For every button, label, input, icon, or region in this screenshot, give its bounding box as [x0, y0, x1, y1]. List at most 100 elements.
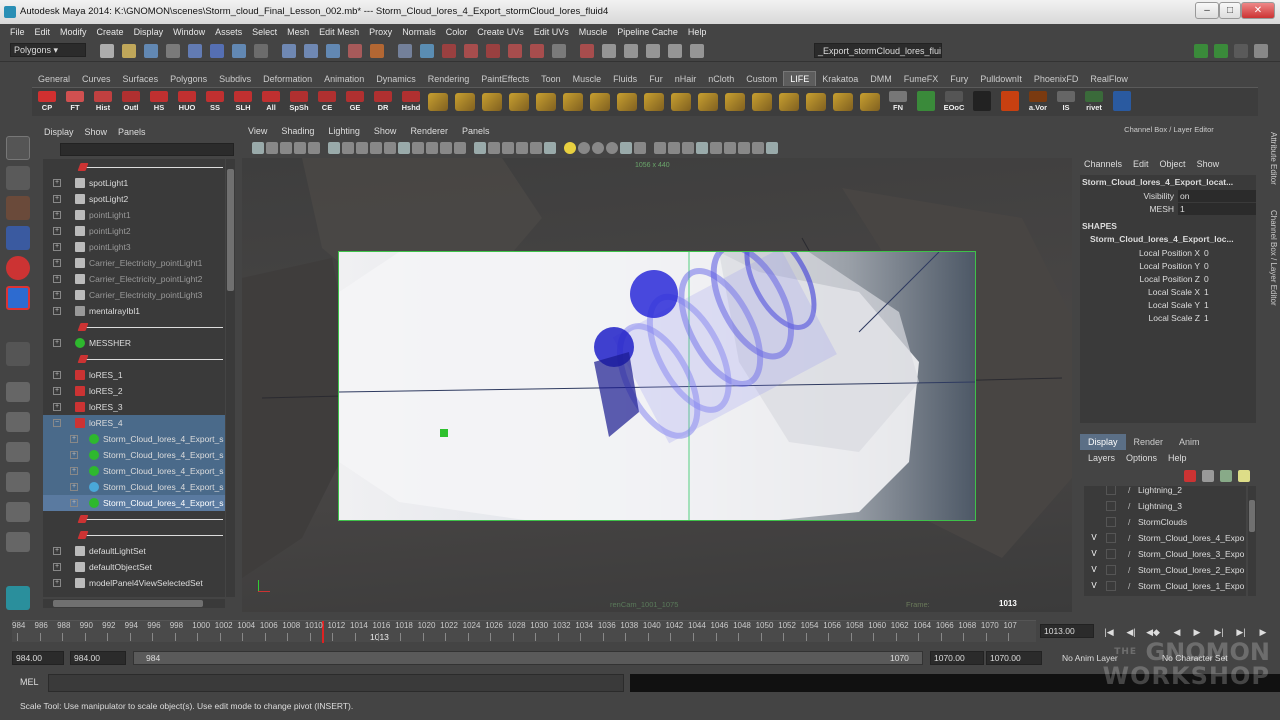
status-tool-icon[interactable]: [100, 44, 114, 58]
shelf-tab-phoenixfd[interactable]: PhoenixFD: [1028, 72, 1085, 87]
layer-color-icon[interactable]: /: [1128, 498, 1130, 514]
expand-icon[interactable]: +: [70, 499, 78, 507]
shelf-tool-icon[interactable]: [752, 93, 772, 111]
channel-attr-name[interactable]: MESH: [1080, 204, 1174, 214]
viewport-menu-renderer[interactable]: Renderer: [410, 126, 448, 136]
new-layer-icon[interactable]: [1202, 470, 1214, 482]
expand-icon[interactable]: +: [53, 291, 61, 299]
status-tool-icon[interactable]: [326, 44, 340, 58]
viewport-tool-icon[interactable]: [412, 142, 424, 154]
outliner-item[interactable]: +pointLight2: [43, 223, 225, 239]
layout-outliner-icon[interactable]: [6, 442, 30, 462]
step-back-frame-button[interactable]: ◀|: [1124, 626, 1138, 638]
shelf-tool-icon[interactable]: [698, 93, 718, 111]
go-to-end-button[interactable]: ▶|: [1234, 626, 1248, 638]
outliner-menu-show[interactable]: Show: [85, 127, 108, 137]
layout-four-icon[interactable]: [6, 412, 30, 432]
shelf-tab-fur[interactable]: Fur: [643, 72, 669, 87]
end-time-field[interactable]: 1070.00: [986, 651, 1042, 665]
shelf-button-spsh[interactable]: SpSh: [288, 91, 310, 113]
layer-menu-layers[interactable]: Layers: [1088, 453, 1115, 463]
viewport-tool-icon[interactable]: [266, 142, 278, 154]
menu-file[interactable]: File: [10, 27, 25, 37]
channel-attr-value[interactable]: 0: [1204, 248, 1234, 258]
shelf-button-eooc[interactable]: EOoC: [943, 91, 965, 113]
locator-handle[interactable]: [440, 429, 448, 437]
outliner-item[interactable]: −loRES_4: [43, 415, 225, 431]
play-backwards-button[interactable]: ◀: [1170, 626, 1184, 638]
outliner-item[interactable]: +Storm_Cloud_lores_4_Export_s: [43, 463, 225, 479]
viewport-tool-icon[interactable]: [474, 142, 486, 154]
channel-box-tab[interactable]: Channel Box / Layer Editor: [1264, 210, 1278, 306]
channel-attr-name[interactable]: Local Scale X: [1080, 287, 1200, 297]
outliner-item[interactable]: +mentalrayIbl1: [43, 303, 225, 319]
shelf-tool-icon[interactable]: [671, 93, 691, 111]
viewport-tool-icon[interactable]: [696, 142, 708, 154]
shelf-tool-icon[interactable]: [1111, 91, 1133, 113]
shelf-button-all[interactable]: All: [260, 91, 282, 113]
layer-row[interactable]: V/Storm_Cloud_lores_2_Expo: [1084, 562, 1246, 578]
menu-edit[interactable]: Edit: [35, 27, 51, 37]
status-tool-icon[interactable]: [624, 44, 638, 58]
expand-icon[interactable]: +: [53, 371, 61, 379]
layer-color-icon[interactable]: /: [1128, 486, 1130, 498]
last-tool-icon[interactable]: [6, 342, 30, 366]
menu-muscle[interactable]: Muscle: [579, 27, 608, 37]
channel-attr-name[interactable]: Local Position Y: [1080, 261, 1200, 271]
start-time-field[interactable]: 984.00: [12, 651, 64, 665]
expand-icon[interactable]: +: [53, 307, 61, 315]
status-tool-icon[interactable]: [144, 44, 158, 58]
shelf-button-fn[interactable]: FN: [887, 91, 909, 113]
layer-type-toggle[interactable]: [1106, 549, 1116, 559]
menu-mode-selector[interactable]: Polygons ▾: [10, 43, 86, 57]
mel-label[interactable]: MEL: [20, 677, 39, 687]
layer-name[interactable]: Lightning_3: [1138, 498, 1182, 514]
menu-mesh[interactable]: Mesh: [287, 27, 309, 37]
select-tool-icon[interactable]: [6, 136, 30, 160]
layer-type-toggle[interactable]: [1106, 565, 1116, 575]
shelf-button-dr[interactable]: DR: [372, 91, 394, 113]
status-tool-icon[interactable]: [420, 44, 434, 58]
shelf-tab-subdivs[interactable]: Subdivs: [213, 72, 257, 87]
viewport-tool-icon[interactable]: [654, 142, 666, 154]
channel-attr-name[interactable]: Local Scale Y: [1080, 300, 1200, 310]
shelf-tool-icon[interactable]: [509, 93, 529, 111]
status-tool-icon[interactable]: [188, 44, 202, 58]
shelf-tool-icon[interactable]: [779, 93, 799, 111]
layout-graph-icon[interactable]: [6, 472, 30, 492]
layer-visibility-toggle[interactable]: V: [1088, 530, 1100, 546]
layer-visibility-toggle[interactable]: V: [1088, 578, 1100, 594]
next-frame-button[interactable]: ▶: [1256, 626, 1270, 638]
shelf-button-a-vor[interactable]: a.Vor: [1027, 91, 1049, 113]
status-tool-icon[interactable]: [508, 44, 522, 58]
expand-icon[interactable]: +: [53, 243, 61, 251]
shelf-tab-deformation[interactable]: Deformation: [257, 72, 318, 87]
status-tool-icon[interactable]: [690, 44, 704, 58]
outliner-item[interactable]: +Carrier_Electricity_pointLight2: [43, 271, 225, 287]
shelf-tab-fluids[interactable]: Fluids: [607, 72, 643, 87]
viewport-tool-icon[interactable]: [308, 142, 320, 154]
outliner-item[interactable]: +Storm_Cloud_lores_4_Export_s: [43, 431, 225, 447]
status-tool-icon[interactable]: [602, 44, 616, 58]
shelf-tool-icon[interactable]: [617, 93, 637, 111]
layer-tab-anim[interactable]: Anim: [1171, 434, 1208, 450]
viewport-tool-icon[interactable]: [620, 142, 632, 154]
viewport-tool-icon[interactable]: [752, 142, 764, 154]
outliner-item[interactable]: +defaultObjectSet: [43, 559, 225, 575]
shelf-button-is[interactable]: IS: [1055, 91, 1077, 113]
step-back-key-button[interactable]: ◀◆: [1146, 626, 1160, 638]
layer-menu-options[interactable]: Options: [1126, 453, 1157, 463]
status-tool-icon[interactable]: [232, 44, 246, 58]
shelf-tab-curves[interactable]: Curves: [76, 72, 117, 87]
shelf-tool-icon[interactable]: [644, 93, 664, 111]
shelf-tool-icon[interactable]: [428, 93, 448, 111]
shelf-tab-dynamics[interactable]: Dynamics: [370, 72, 422, 87]
viewport-tool-icon[interactable]: [502, 142, 514, 154]
channel-attr-value[interactable]: 0: [1204, 261, 1234, 271]
viewport-tool-icon[interactable]: [564, 142, 576, 154]
delete-layer-icon[interactable]: [1184, 470, 1196, 482]
status-tool-icon[interactable]: [254, 44, 268, 58]
shelf-tab-painteffects[interactable]: PaintEffects: [475, 72, 535, 87]
shape-name[interactable]: Storm_Cloud_lores_4_Export_loc...: [1090, 234, 1266, 244]
viewport-menu-show[interactable]: Show: [374, 126, 397, 136]
